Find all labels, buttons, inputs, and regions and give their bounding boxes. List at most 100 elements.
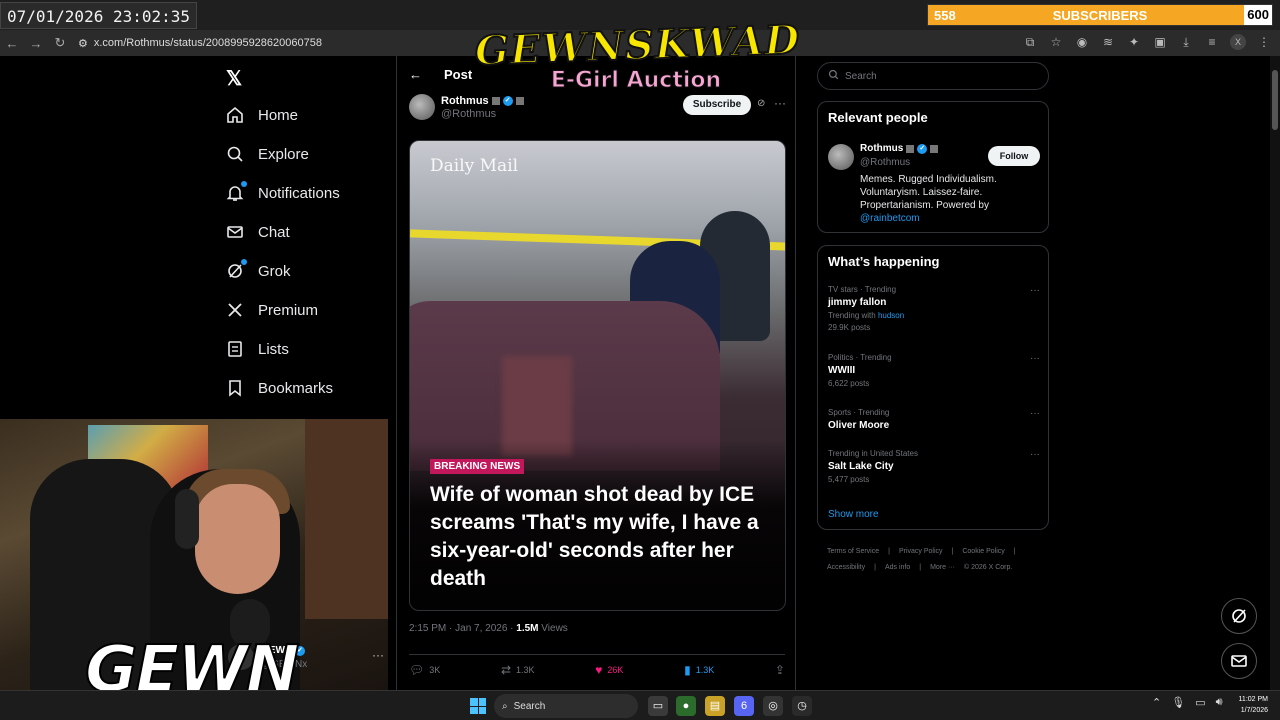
footer-link[interactable]: Accessibility: [827, 560, 865, 576]
nav-chat[interactable]: Chat: [226, 223, 290, 241]
microphone-icon[interactable]: 🎙︎: [1171, 696, 1185, 709]
forward-arrow-icon[interactable]: →: [24, 32, 48, 54]
stream-overlay-subtitle: E-Girl Auction: [550, 68, 722, 94]
search-input[interactable]: Search: [817, 62, 1049, 90]
home-icon: [226, 106, 244, 124]
extensions-puzzle-icon[interactable]: ✦: [1126, 34, 1142, 50]
stream-timestamp: 07/01/2026 23:02:35: [0, 2, 198, 29]
author-name-row[interactable]: Rothmus ✓: [441, 95, 524, 107]
relevant-avatar[interactable]: [828, 144, 854, 170]
trend-meta: TV stars · Trending: [828, 285, 897, 294]
mail-icon: [226, 223, 244, 241]
post-image[interactable]: Daily Mail BREAKING NEWS Wife of woman s…: [409, 140, 786, 611]
relevant-handle[interactable]: @Rothmus: [860, 157, 910, 168]
site-info-icon[interactable]: ⚙: [78, 37, 88, 50]
messages-fab-button[interactable]: [1221, 643, 1257, 679]
post-column: ← Post Rothmus ✓ @Rothmus Subscribe ⊘ ··…: [396, 56, 796, 690]
post-time[interactable]: 2:15 PM · Jan 7, 2026 ·: [409, 623, 516, 634]
chrome-icon[interactable]: ●: [676, 696, 696, 716]
show-more-link[interactable]: Show more: [828, 509, 879, 520]
footer-link[interactable]: Cookie Policy: [962, 544, 1004, 560]
volume-icon[interactable]: 🔊︎: [1216, 696, 1223, 709]
footer-link[interactable]: Ads info: [885, 560, 910, 576]
reload-icon[interactable]: ↻: [48, 32, 72, 54]
relevant-name[interactable]: Rothmus: [860, 143, 903, 154]
taskbar-search[interactable]: ⌕ Search: [494, 694, 638, 718]
whats-happening-title: What’s happening: [828, 254, 940, 269]
trend-posts: 5,477 posts: [828, 475, 870, 484]
windows-start-icon[interactable]: [470, 698, 486, 714]
nav-lists[interactable]: Lists: [226, 340, 289, 358]
grok-icon: [1232, 609, 1246, 623]
discord-icon[interactable]: 6: [734, 696, 754, 716]
nav-bookmarks[interactable]: Bookmarks: [226, 379, 333, 397]
nav-premium[interactable]: Premium: [226, 301, 318, 319]
post-actions: 💬︎ 3K ⇄ 1.3K ♥ 26K ▮ 1.3K ⇪: [409, 654, 785, 677]
footer-link[interactable]: More ···: [930, 560, 955, 576]
clock-app-icon[interactable]: ◷: [792, 696, 812, 716]
extension-shield-icon[interactable]: ◉: [1074, 34, 1090, 50]
bookmark-button[interactable]: ▮ 1.3K: [684, 663, 714, 677]
trend-posts: 29.9K posts: [828, 323, 871, 332]
nav-grok[interactable]: Grok: [226, 259, 291, 280]
trend-with-label: Trending with: [828, 311, 878, 320]
page-scrollbar[interactable]: [1270, 56, 1280, 690]
account-more-icon[interactable]: ···: [372, 648, 384, 662]
trend-more-icon[interactable]: ···: [1030, 285, 1040, 296]
trend-item[interactable]: TV stars · Trending jimmy fallon Trendin…: [828, 285, 1040, 332]
trend-more-icon[interactable]: ···: [1030, 353, 1040, 364]
relevant-name-row[interactable]: Rothmus ✓: [860, 143, 939, 154]
url-text[interactable]: x.com/Rothmus/status/2008995928620060758: [94, 37, 322, 49]
share-button[interactable]: ⇪: [775, 663, 785, 677]
x-logo-icon: [226, 301, 244, 319]
trend-item[interactable]: Politics · Trending WWIII 6,622 posts ··…: [828, 353, 1040, 388]
author-avatar[interactable]: [409, 94, 435, 120]
obs-icon[interactable]: ◎: [763, 696, 783, 716]
back-arrow-icon[interactable]: ←: [0, 32, 24, 54]
discord-badge: 6: [740, 700, 748, 712]
split-view-icon[interactable]: ▣: [1152, 34, 1168, 50]
like-button[interactable]: ♥ 26K: [595, 663, 623, 677]
footer-link[interactable]: Privacy Policy: [899, 544, 943, 560]
taskbar-clock[interactable]: 11:02 PM 1/7/2026: [1228, 694, 1268, 716]
trend-with-link[interactable]: hudson: [878, 311, 904, 320]
downloads-icon[interactable]: ⤓: [1178, 34, 1194, 50]
task-view-icon[interactable]: ▭: [648, 696, 668, 716]
grok-fab-button[interactable]: [1221, 598, 1257, 634]
menu-kebab-icon[interactable]: ⋮: [1256, 34, 1272, 50]
install-app-icon[interactable]: ⧉: [1022, 34, 1038, 50]
repost-button[interactable]: ⇄ 1.3K: [501, 663, 535, 677]
reading-list-icon[interactable]: ≡: [1204, 34, 1220, 50]
cam-face: [195, 484, 280, 594]
star-icon[interactable]: ☆: [1048, 34, 1064, 50]
address-bar[interactable]: ⚙ x.com/Rothmus/status/20089959286200607…: [78, 37, 322, 50]
grok-explain-icon[interactable]: ⊘: [757, 98, 769, 110]
trend-more-icon[interactable]: ···: [1030, 408, 1040, 419]
scrollbar-thumb[interactable]: [1272, 70, 1278, 130]
trend-item[interactable]: Sports · Trending Oliver Moore ···: [828, 408, 1040, 431]
author-name[interactable]: Rothmus: [441, 95, 489, 107]
trend-more-icon[interactable]: ···: [1030, 449, 1040, 460]
tray-overflow-icon[interactable]: ⌃: [1152, 696, 1161, 709]
relevant-bio-link[interactable]: @rainbetcom: [860, 213, 920, 224]
subscribe-button[interactable]: Subscribe: [683, 95, 751, 115]
network-icon[interactable]: ▭: [1195, 696, 1205, 709]
footer-link[interactable]: Terms of Service: [827, 544, 879, 560]
relevant-people-title: Relevant people: [828, 110, 928, 125]
author-handle[interactable]: @Rothmus: [441, 108, 496, 120]
nav-home[interactable]: Home: [226, 106, 298, 124]
file-explorer-icon[interactable]: ▤: [705, 696, 725, 716]
back-arrow-icon[interactable]: ←: [409, 67, 422, 82]
profile-avatar[interactable]: X: [1230, 34, 1246, 50]
follow-button[interactable]: Follow: [988, 146, 1040, 166]
cam-door: [305, 419, 388, 619]
post-more-icon[interactable]: ···: [774, 96, 786, 110]
reply-button[interactable]: 💬︎ 3K: [409, 663, 440, 677]
nav-explore[interactable]: Explore: [226, 145, 309, 163]
nav-notifications[interactable]: Notifications: [226, 181, 340, 202]
search-placeholder: Search: [845, 70, 877, 82]
x-logo-icon[interactable]: 𝕏: [226, 66, 246, 90]
trend-item[interactable]: Trending in United States Salt Lake City…: [828, 449, 1040, 484]
post-meta: 2:15 PM · Jan 7, 2026 · 1.5M Views: [409, 623, 568, 634]
extension-wave-icon[interactable]: ≋: [1100, 34, 1116, 50]
